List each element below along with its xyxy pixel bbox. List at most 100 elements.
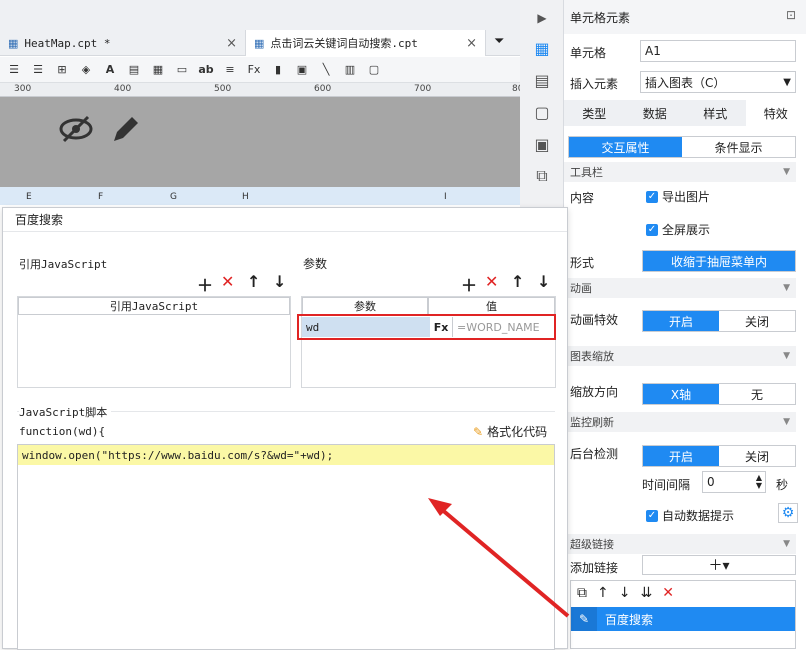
arrow-down-icon[interactable]: ↓: [537, 272, 550, 291]
cell-attribute-icon[interactable]: ▤: [530, 68, 554, 92]
interval-spinner[interactable]: 0 ▲▼: [702, 471, 766, 493]
report-canvas[interactable]: [0, 97, 520, 187]
tab-data[interactable]: 数据: [625, 100, 686, 126]
close-icon[interactable]: ×: [226, 36, 237, 51]
dialog-title: 百度搜索: [15, 211, 63, 228]
collapse-icon: ▼: [783, 417, 790, 427]
panel-menu-icon[interactable]: ⊡: [786, 8, 796, 22]
column-header[interactable]: H: [242, 192, 249, 202]
hyperlink-section[interactable]: 超级链接▼: [564, 534, 796, 554]
tab-effects[interactable]: 特效: [746, 100, 806, 126]
copy-icon[interactable]: ⧉: [577, 585, 587, 601]
tab-overflow-icon[interactable]: ⏷: [494, 34, 504, 49]
add-link-label: 添加链接: [570, 559, 618, 576]
border-icon[interactable]: ⊞: [52, 61, 72, 79]
tab-heatmap[interactable]: ▦ HeatMap.cpt * ×: [0, 30, 246, 56]
frame-icon[interactable]: ▢: [364, 61, 384, 79]
bg-check-toggle: 开启 关闭: [642, 445, 796, 467]
align-center-icon[interactable]: ☰: [4, 61, 24, 79]
insert-element-select[interactable]: 插入图表（C） ▼: [640, 71, 796, 93]
editor-tab-bar: ▦ HeatMap.cpt * × ▦ 点击词云关键词自动搜索.cpt × ⏷: [0, 0, 520, 56]
condition-icon[interactable]: ▣: [530, 132, 554, 156]
zoom-x-button[interactable]: X轴: [643, 384, 719, 404]
column-header[interactable]: G: [170, 192, 177, 202]
bg-check-off-button[interactable]: 关闭: [719, 446, 795, 466]
subtab-condition-display[interactable]: 条件显示: [682, 137, 795, 157]
code-line[interactable]: window.open("https://www.baidu.com/s?&wd…: [18, 445, 554, 465]
ruler-mark: 700: [414, 84, 431, 94]
hyperlink-icon[interactable]: ⧉: [530, 164, 554, 188]
link-list-item[interactable]: ✎ 百度搜索: [571, 607, 795, 631]
arrow-down-icon[interactable]: ↓: [273, 272, 286, 291]
arrow-up-icon[interactable]: ↑: [597, 585, 609, 601]
delete-icon[interactable]: ✕: [662, 585, 674, 601]
slash-icon[interactable]: ╲: [316, 61, 336, 79]
arrow-down-icon[interactable]: ↓: [619, 585, 631, 601]
add-icon[interactable]: ＋: [461, 272, 477, 296]
monitor-section[interactable]: 监控刷新▼: [564, 412, 796, 432]
column-header[interactable]: I: [444, 192, 447, 202]
cell-element-icon[interactable]: ▦: [530, 36, 554, 60]
anim-on-button[interactable]: 开启: [643, 311, 719, 331]
add-icon[interactable]: ＋: [197, 272, 213, 296]
sort-icon[interactable]: ⇊: [640, 585, 652, 601]
export-image-checkbox[interactable]: ✓导出图片: [646, 188, 710, 205]
widget-icon[interactable]: ▢: [530, 100, 554, 124]
text-icon[interactable]: ab: [196, 61, 216, 79]
tab-wordcloud[interactable]: ▦ 点击词云关键词自动搜索.cpt ×: [246, 30, 486, 56]
code-editor[interactable]: window.open("https://www.baidu.com/s?&wd…: [17, 444, 555, 650]
fill-color-icon[interactable]: ◈: [76, 61, 96, 79]
add-link-button[interactable]: ＋▾: [642, 555, 796, 575]
pencil-icon[interactable]: [110, 113, 142, 145]
sub-report-icon[interactable]: ▥: [340, 61, 360, 79]
cell-label: 单元格: [570, 44, 606, 61]
arrow-up-icon[interactable]: ↑: [511, 272, 524, 291]
font-color-icon[interactable]: A: [100, 61, 120, 79]
property-tabs: 类型 数据 样式 特效: [564, 100, 806, 126]
tab-style[interactable]: 样式: [685, 100, 746, 126]
fullscreen-checkbox[interactable]: ✓全屏展示: [646, 221, 710, 238]
formula-icon[interactable]: Fx: [244, 61, 264, 79]
table-icon[interactable]: ▦: [148, 61, 168, 79]
delete-icon[interactable]: ✕: [485, 272, 498, 291]
arrow-up-icon[interactable]: ↑: [247, 272, 260, 291]
spinner-arrows-icon[interactable]: ▲▼: [756, 474, 762, 490]
toolbar-section[interactable]: 工具栏▼: [564, 162, 796, 182]
format-code-label: 格式化代码: [487, 423, 547, 440]
panel-title: 单元格元素: [570, 9, 630, 26]
zoom-none-button[interactable]: 无: [719, 384, 795, 404]
js-ref-table[interactable]: 引用JavaScript: [17, 296, 291, 388]
eye-hidden-icon[interactable]: [58, 115, 94, 143]
image-icon[interactable]: ▣: [292, 61, 312, 79]
form-drawer-option[interactable]: 收缩于抽屉菜单内: [643, 251, 795, 271]
column-header[interactable]: E: [26, 192, 32, 202]
edit-pencil-icon[interactable]: ✎: [571, 607, 597, 631]
anim-effect-label: 动画特效: [570, 311, 618, 328]
bg-check-on-button[interactable]: 开启: [643, 446, 719, 466]
param-header: 参数: [302, 297, 428, 315]
align-right-icon[interactable]: ☰: [28, 61, 48, 79]
content-label: 内容: [570, 189, 594, 206]
paragraph-icon[interactable]: ≡: [220, 61, 240, 79]
dialog-title-bar: 百度搜索: [3, 208, 567, 232]
collapse-arrow-icon[interactable]: ▶: [530, 6, 554, 30]
close-icon[interactable]: ×: [466, 36, 477, 51]
cell-field[interactable]: A1: [640, 40, 796, 62]
link-list-toolbar: ⧉ ↑ ↓ ⇊ ✕: [571, 581, 795, 605]
interval-value: 0: [707, 475, 715, 489]
form-selector: 收缩于抽屉菜单内: [642, 250, 796, 272]
zoom-section[interactable]: 图表缩放▼: [564, 346, 796, 366]
subtab-interaction[interactable]: 交互属性: [569, 137, 682, 157]
chart-icon[interactable]: ▮: [268, 61, 288, 79]
animation-section[interactable]: 动画▼: [564, 278, 796, 298]
collapse-icon: ▼: [783, 167, 790, 177]
tab-type[interactable]: 类型: [564, 100, 625, 126]
delete-icon[interactable]: ✕: [221, 272, 234, 291]
anim-off-button[interactable]: 关闭: [719, 311, 795, 331]
merge-cells-icon[interactable]: ▤: [124, 61, 144, 79]
textbox-icon[interactable]: ▭: [172, 61, 192, 79]
column-header[interactable]: F: [98, 192, 103, 202]
gear-icon[interactable]: ⚙: [778, 503, 798, 523]
format-code-button[interactable]: ✎ 格式化代码: [473, 423, 547, 440]
auto-data-tip-checkbox[interactable]: ✓自动数据提示: [646, 507, 734, 524]
